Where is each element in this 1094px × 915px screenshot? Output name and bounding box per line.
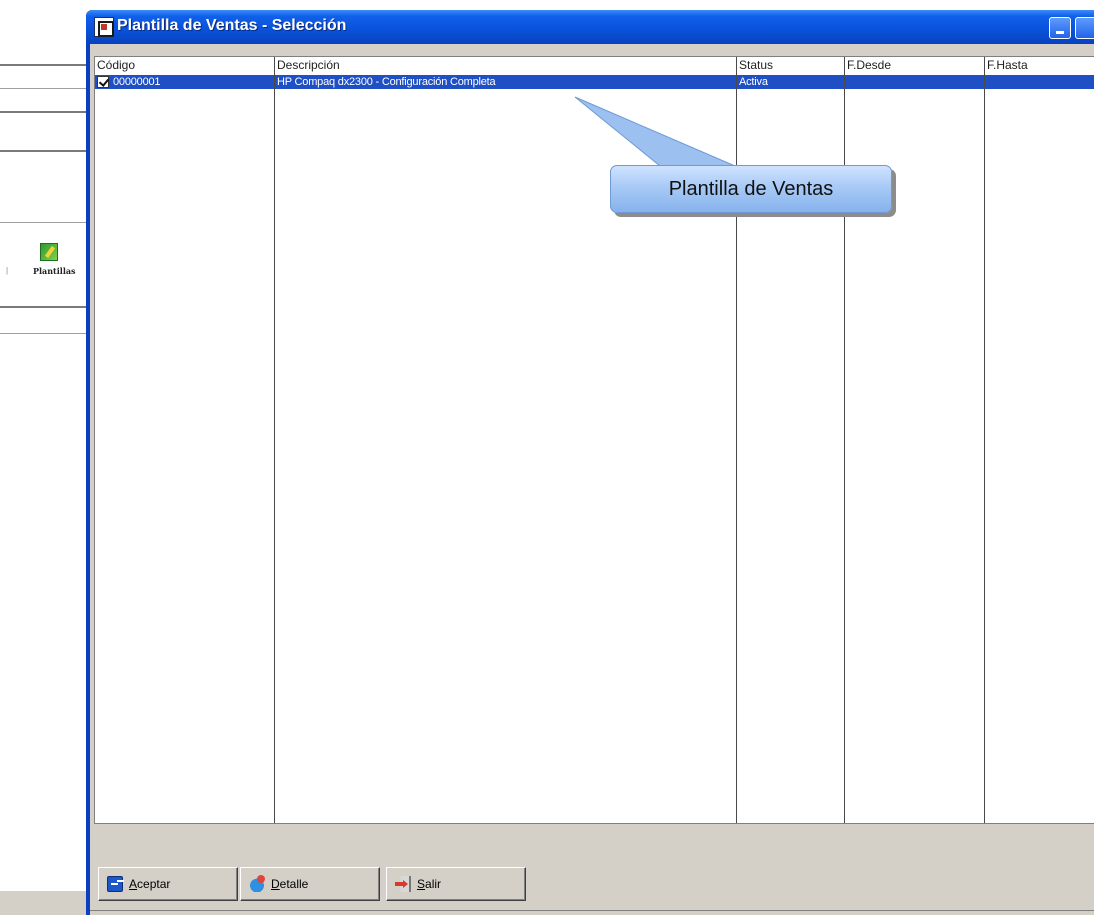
callout-text: Plantilla de Ventas (668, 178, 834, 200)
callout-pointer (574, 96, 736, 167)
callout-annotation: Plantilla de Ventas (610, 165, 892, 213)
screen: | Plantillas Plantilla de Ventas - Selec… (0, 0, 1094, 915)
